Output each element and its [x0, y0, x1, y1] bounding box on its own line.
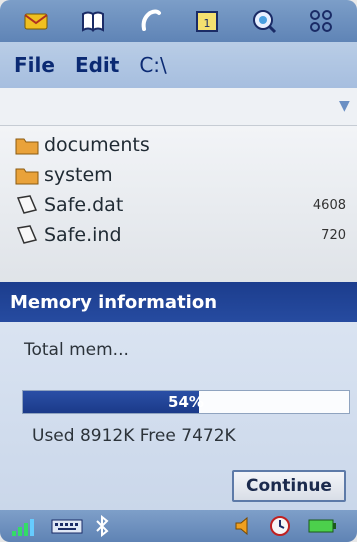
list-item[interactable]: Safe.ind 720 [14, 220, 354, 250]
file-icon [16, 195, 38, 214]
file-name: system [44, 164, 113, 186]
menu-file[interactable]: File [14, 53, 55, 77]
folder-icon [15, 168, 39, 185]
continue-button[interactable]: Continue [232, 470, 346, 502]
file-size: 4608 [312, 197, 346, 213]
menu-bar: File Edit C:\ [0, 42, 357, 88]
menu-edit[interactable]: Edit [75, 53, 119, 77]
list-item[interactable]: system [14, 160, 354, 190]
memory-dialog: Memory information Total mem... 54% Used… [0, 282, 357, 510]
file-name: Safe.ind [44, 224, 122, 246]
progress-label: 54% [168, 393, 204, 411]
status-right-group [233, 515, 347, 537]
file-list: documents system Safe.dat 4608 Safe.ind … [0, 126, 357, 284]
bluetooth-icon [94, 515, 110, 537]
contacts-book-icon[interactable] [77, 5, 109, 37]
keyboard-icon[interactable] [50, 515, 84, 537]
battery-icon [307, 515, 337, 537]
calendar-icon[interactable]: 1 [191, 5, 223, 37]
file-icon [16, 225, 38, 244]
list-item[interactable]: Safe.dat 4608 [14, 190, 354, 220]
memory-usage-text: Used 8912K Free 7472K [32, 426, 236, 446]
messaging-icon[interactable] [20, 5, 52, 37]
phone-screen: 1 File Edit C:\ ▼ documents system Safe.… [0, 0, 357, 542]
status-bar [0, 510, 357, 542]
current-path[interactable]: C:\ [139, 53, 166, 77]
folder-dropdown[interactable]: ▼ [0, 88, 357, 126]
file-name: documents [44, 134, 150, 156]
dialog-message: Total mem... [24, 340, 129, 360]
app-launcher-bar: 1 [0, 0, 357, 42]
svg-text:1: 1 [203, 17, 210, 30]
list-item[interactable]: documents [14, 130, 354, 160]
signal-strength-icon [10, 515, 40, 537]
file-name: Safe.dat [44, 194, 124, 216]
folder-icon [15, 138, 39, 155]
web-browser-icon[interactable] [248, 5, 280, 37]
clock-icon[interactable] [269, 515, 291, 537]
dialog-title: Memory information [0, 282, 357, 322]
chevron-down-icon[interactable]: ▼ [339, 99, 353, 113]
speaker-icon[interactable] [233, 515, 253, 537]
applications-grid-icon[interactable] [305, 5, 337, 37]
phone-icon[interactable] [134, 5, 166, 37]
memory-progress-bar: 54% [22, 390, 350, 414]
file-size: 720 [321, 227, 346, 243]
